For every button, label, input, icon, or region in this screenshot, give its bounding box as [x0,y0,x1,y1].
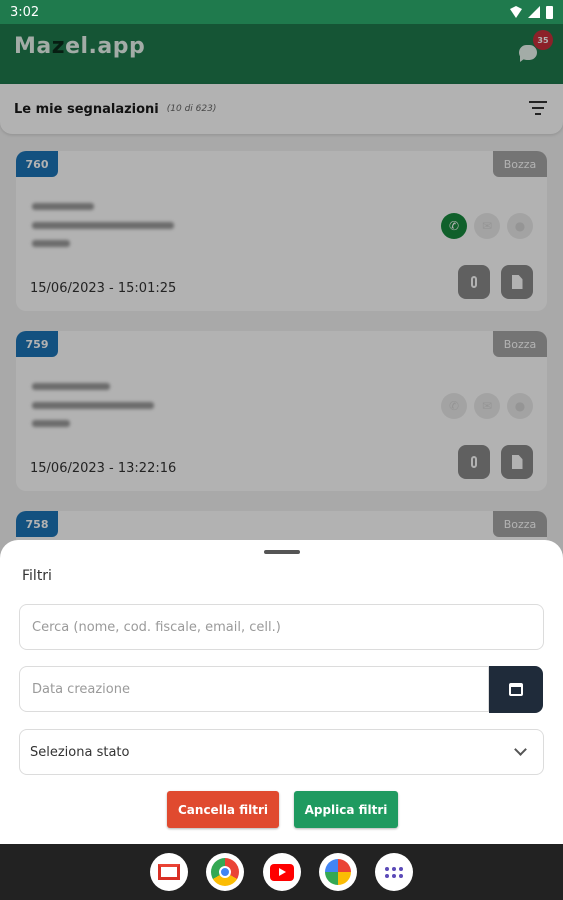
sheet-title: Filtri [22,568,52,584]
state-select[interactable]: Seleziona stato [19,729,544,775]
calendar-icon [509,683,523,696]
gmail-icon[interactable] [150,853,188,891]
search-field[interactable] [19,604,544,650]
photos-icon[interactable] [319,853,357,891]
date-input[interactable] [20,667,488,711]
youtube-icon[interactable] [263,853,301,891]
calendar-button[interactable] [489,666,543,713]
state-select-value: Seleziona stato [30,744,130,760]
status-bar: 3:02 [0,0,563,24]
chrome-icon[interactable] [206,853,244,891]
cancel-filters-button[interactable]: Cancella filtri [167,791,279,828]
drag-handle[interactable] [264,550,300,554]
search-input[interactable] [20,605,543,649]
app-drawer-icon[interactable] [375,853,413,891]
apply-filters-button[interactable]: Applica filtri [294,791,398,828]
taskbar [0,844,563,900]
status-time: 3:02 [10,4,40,20]
chevron-down-icon [514,743,527,756]
battery-icon [546,5,553,19]
wifi-icon [510,6,522,18]
status-icons [510,5,553,19]
date-field[interactable] [19,666,489,712]
signal-icon [528,6,540,18]
